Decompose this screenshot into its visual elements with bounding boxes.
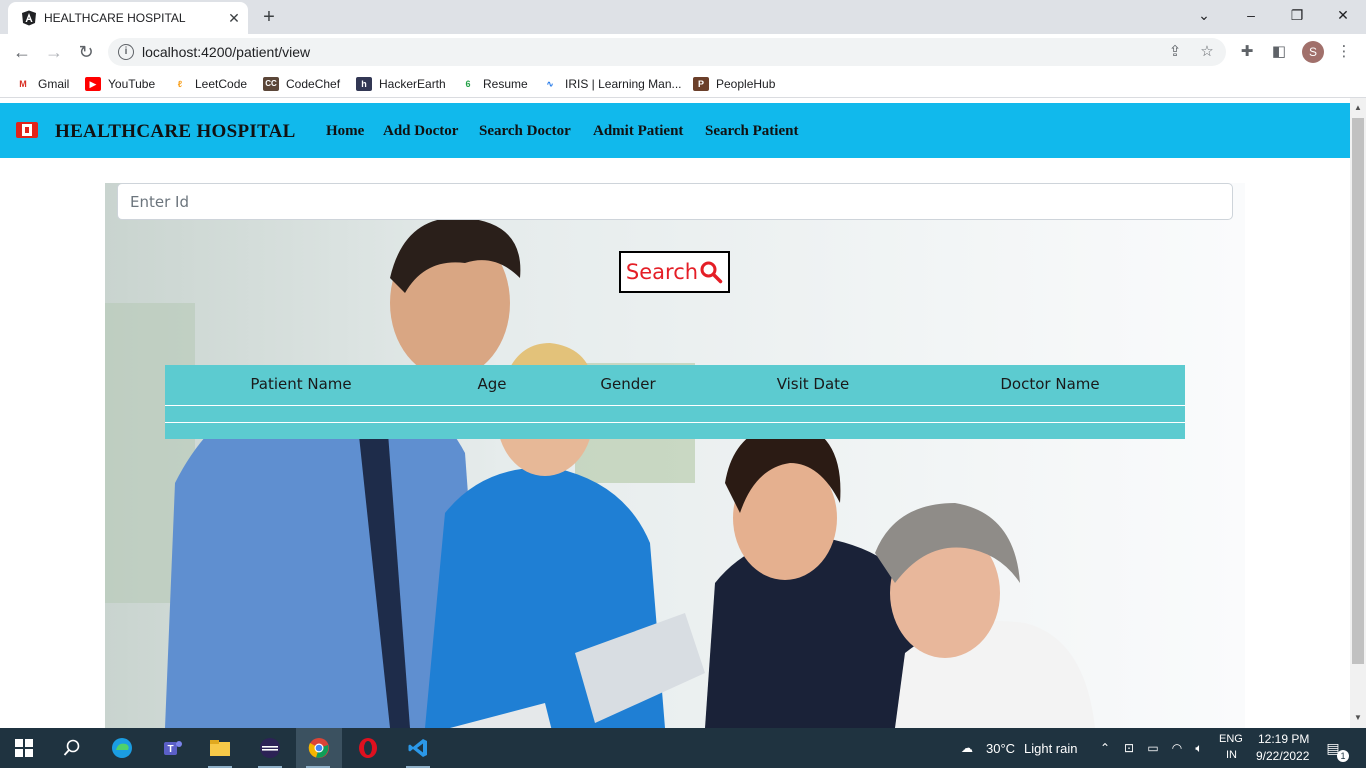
nav-link-admit-patient[interactable]: Admit Patient	[593, 123, 683, 140]
chrome-taskbar-icon[interactable]	[296, 728, 342, 768]
reload-icon[interactable]: ↻	[74, 40, 98, 64]
language-indicator-bottom[interactable]: IN	[1226, 749, 1237, 761]
column-header-age: Age	[477, 375, 507, 393]
weather-cloud-rain-icon[interactable]: ☁	[956, 740, 978, 756]
site-brand[interactable]: HEALTHCARE HOSPITAL	[55, 121, 296, 143]
forward-arrow-icon[interactable]: →	[42, 40, 66, 64]
share-icon[interactable]: ⇪	[1166, 43, 1184, 61]
site-navbar: HEALTHCARE HOSPITAL Home Add Doctor Sear…	[0, 103, 1350, 158]
tab-search-chevron-icon[interactable]: ⌄	[1181, 0, 1227, 30]
bookmark-label: HackerEarth	[379, 77, 446, 91]
weather-description[interactable]: Light rain	[1024, 741, 1077, 756]
vscode-icon[interactable]	[396, 728, 440, 768]
language-indicator-top[interactable]: ENG	[1219, 733, 1243, 745]
nav-link-home[interactable]: Home	[326, 123, 364, 140]
scroll-up-arrow-icon[interactable]: ▲	[1350, 100, 1366, 116]
scroll-down-arrow-icon[interactable]: ▼	[1350, 710, 1366, 726]
bookmarks-bar: M Gmail ▶ YouTube ℓ LeetCode CC CodeChef…	[0, 70, 1366, 98]
tab-title: HEALTHCARE HOSPITAL	[44, 11, 186, 25]
chrome-menu-icon[interactable]: ⋮	[1334, 42, 1354, 62]
windows-start-icon[interactable]	[2, 728, 46, 768]
column-header-visit-date: Visit Date	[776, 375, 850, 393]
bookmark-label: Gmail	[38, 77, 70, 91]
hospital-logo-icon	[16, 122, 38, 138]
bookmark-label: LeetCode	[195, 77, 248, 91]
bookmark-label: IRIS | Learning Man...	[565, 77, 682, 91]
windows-taskbar: T ☁ 30°C Light rain ⌃ ⊡ ▭ ◠ 🔈︎ ENG IN 12…	[0, 728, 1366, 768]
bookmark-label: CodeChef	[286, 77, 341, 91]
svg-text:T: T	[167, 744, 173, 755]
bookmark-label: YouTube	[108, 77, 156, 91]
restore-icon[interactable]: ❐	[1274, 0, 1320, 30]
nav-link-search-doctor[interactable]: Search Doctor	[479, 123, 571, 140]
clock-date[interactable]: 9/22/2022	[1256, 749, 1309, 763]
patient-results-table: Patient Name Age Gender Visit Date Docto…	[165, 365, 1185, 439]
bookmark-iris[interactable]: ∿ IRIS | Learning Man...	[542, 76, 682, 92]
new-tab-button[interactable]: +	[258, 6, 280, 28]
bookmark-peoplehub[interactable]: P PeopleHub	[693, 76, 775, 92]
browser-tab-strip: HEALTHCARE HOSPITAL ✕ + ⌄ – ❐ ✕	[0, 0, 1366, 34]
iris-icon: ∿	[546, 79, 554, 89]
clock-time[interactable]: 12:19 PM	[1258, 732, 1309, 746]
edge-browser-icon[interactable]	[100, 728, 144, 768]
bookmark-youtube[interactable]: ▶ YouTube	[85, 76, 155, 92]
site-info-icon[interactable]: i	[118, 44, 134, 60]
browser-toolbar: ← → ↻ i localhost:4200/patient/view ⇪ ☆ …	[0, 34, 1366, 70]
column-header-doctor-name: Doctor Name	[1000, 375, 1100, 393]
bookmark-gmail[interactable]: M Gmail	[15, 76, 69, 92]
browser-tab[interactable]: HEALTHCARE HOSPITAL ✕	[8, 2, 248, 34]
search-button[interactable]: Search	[619, 251, 730, 293]
bookmark-leetcode[interactable]: ℓ LeetCode	[172, 76, 247, 92]
extensions-puzzle-icon[interactable]: ✚	[1237, 42, 1257, 62]
patient-id-input[interactable]	[117, 183, 1233, 220]
bookmark-hackerearth[interactable]: h HackerEarth	[356, 76, 446, 92]
file-explorer-icon[interactable]	[198, 728, 242, 768]
opera-icon[interactable]	[346, 728, 390, 768]
bookmark-label: Resume	[483, 77, 528, 91]
wifi-icon[interactable]: ◠	[1169, 740, 1185, 756]
side-panel-icon[interactable]: ◧	[1269, 42, 1289, 62]
codechef-icon: CC	[263, 77, 279, 91]
weather-temperature[interactable]: 30°C	[986, 741, 1015, 756]
profile-avatar[interactable]: S	[1302, 41, 1324, 63]
gmail-icon: M	[19, 79, 27, 89]
taskbar-search-icon[interactable]	[50, 728, 94, 768]
window-close-icon[interactable]: ✕	[1320, 0, 1366, 30]
search-button-label: Search	[625, 260, 699, 284]
bookmark-label: PeopleHub	[716, 77, 776, 91]
bookmark-star-icon[interactable]: ☆	[1198, 43, 1216, 61]
teams-icon[interactable]: T	[150, 728, 194, 768]
address-bar[interactable]: i localhost:4200/patient/view ⇪ ☆	[108, 38, 1226, 66]
minimize-icon[interactable]: –	[1228, 0, 1274, 30]
address-url[interactable]: localhost:4200/patient/view	[142, 44, 310, 60]
resume-icon: 6	[465, 79, 471, 89]
peoplehub-icon: P	[693, 77, 709, 91]
volume-icon[interactable]: 🔈︎	[1191, 740, 1207, 756]
bookmark-codechef[interactable]: CC CodeChef	[263, 76, 340, 92]
youtube-icon: ▶	[85, 77, 101, 91]
nav-link-search-patient[interactable]: Search Patient	[705, 123, 798, 140]
hackerearth-icon: h	[356, 77, 372, 91]
eclipse-icon[interactable]	[248, 728, 292, 768]
show-hidden-icons-chevron-icon[interactable]: ⌃	[1097, 740, 1113, 756]
scrollbar-thumb[interactable]	[1352, 118, 1364, 664]
magnifier-icon	[700, 261, 723, 284]
battery-icon[interactable]: ▭	[1145, 740, 1161, 756]
nav-link-add-doctor[interactable]: Add Doctor	[383, 123, 458, 140]
notification-count-badge: 1	[1337, 750, 1349, 762]
column-header-patient-name: Patient Name	[250, 375, 352, 393]
back-arrow-icon[interactable]: ←	[10, 40, 34, 64]
table-row-divider	[165, 405, 1185, 406]
column-header-gender: Gender	[600, 375, 656, 393]
table-row-divider	[165, 422, 1185, 423]
angular-favicon-icon	[22, 10, 36, 26]
page-scrollbar[interactable]: ▲ ▼	[1350, 98, 1366, 728]
bookmark-resume[interactable]: 6 Resume	[460, 76, 528, 92]
web-page: HEALTHCARE HOSPITAL Home Add Doctor Sear…	[0, 98, 1350, 728]
meet-now-icon[interactable]: ⊡	[1121, 740, 1137, 756]
tab-close-icon[interactable]: ✕	[224, 8, 244, 28]
leetcode-icon: ℓ	[177, 79, 183, 89]
